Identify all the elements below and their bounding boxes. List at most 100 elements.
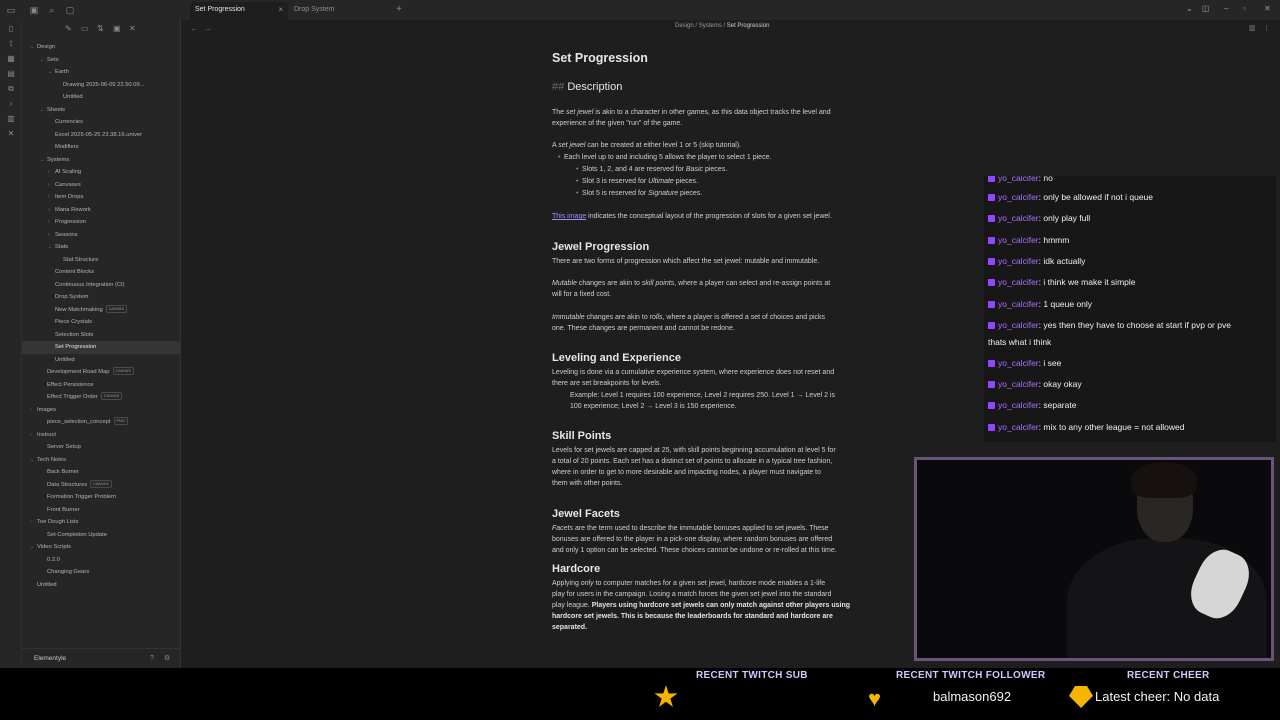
database-icon[interactable]: ▥	[6, 114, 16, 124]
help-icon[interactable]: ?	[150, 649, 154, 669]
file-type-badge: CANVAS	[100, 392, 123, 401]
tree-item[interactable]: Drop System	[22, 291, 181, 304]
collapse-icon[interactable]: ▣	[113, 24, 121, 33]
tree-item[interactable]: › AI Scaling	[22, 166, 181, 179]
minimize-icon[interactable]: –	[1224, 4, 1228, 13]
sidebar-toggle-icon[interactable]: ▭	[5, 4, 17, 16]
tree-item[interactable]: Content Blocks	[22, 266, 181, 279]
breadcrumb-item[interactable]: Design	[675, 23, 694, 29]
tree-item[interactable]: Untitled	[22, 354, 181, 367]
grid-icon[interactable]: ▦	[6, 54, 16, 64]
chevron-right-icon[interactable]: ›	[30, 404, 37, 417]
tree-item[interactable]: ⌄ Design	[22, 41, 181, 54]
copy-icon[interactable]: ⧉	[6, 84, 16, 94]
chevron-down-icon[interactable]: ⌄	[1186, 4, 1193, 13]
tree-item[interactable]: Drawing 2025-06-09 22.50.09...	[22, 79, 181, 92]
search-icon[interactable]: ⌕	[46, 4, 58, 16]
tree-item[interactable]: Set Progression	[22, 341, 181, 354]
reading-view-icon[interactable]: ▥	[1249, 24, 1256, 32]
tree-item-label: New Matchmaking	[55, 306, 103, 313]
tree-item[interactable]: piece_selection_concept PNG	[22, 416, 181, 429]
file-icon[interactable]: ▯	[6, 24, 16, 34]
chevron-right-icon[interactable]: ›	[48, 229, 55, 242]
new-folder-icon[interactable]: ▭	[81, 24, 89, 33]
tree-item[interactable]: Effect Persistence	[22, 379, 181, 392]
tree-item[interactable]: ⌄ Stats	[22, 241, 181, 254]
tree-item[interactable]: Selection Slots	[22, 329, 181, 342]
tree-item[interactable]: Changing Gears	[22, 566, 181, 579]
close-window-icon[interactable]: ✕	[1264, 4, 1271, 13]
chevron-down-icon[interactable]: ⌄	[30, 454, 37, 467]
tree-item[interactable]: New Matchmaking CANVAS	[22, 304, 181, 317]
tree-item[interactable]: Development Road Map CANVAS	[22, 366, 181, 379]
calendar-icon[interactable]: ▤	[6, 69, 16, 79]
chevron-right-icon[interactable]: ›	[30, 516, 37, 529]
bookmark-icon[interactable]: ▢	[64, 4, 76, 16]
tab-drop-system[interactable]: Drop System	[289, 2, 387, 20]
tree-item[interactable]: Piece Crystals	[22, 316, 181, 329]
tree-item[interactable]: Server Setup	[22, 441, 181, 454]
tree-item[interactable]: Untitled	[22, 579, 181, 592]
tree-item[interactable]: Modifiers	[22, 141, 181, 154]
tree-item[interactable]: Back Burner	[22, 466, 181, 479]
chevron-down-icon[interactable]: ⌄	[48, 241, 55, 254]
tree-item[interactable]: ⌄ Tech Notes	[22, 454, 181, 467]
chevron-right-icon[interactable]: ›	[30, 429, 37, 442]
more-options-icon[interactable]: ⋮	[1263, 24, 1270, 32]
settings-icon[interactable]: ⚙	[164, 649, 170, 669]
tree-item[interactable]: 0.2.0	[22, 554, 181, 567]
tree-item[interactable]: › Canvases	[22, 179, 181, 192]
tree-item[interactable]: Excel 2025-05-25 23.38.16.univer	[22, 129, 181, 142]
back-arrow-icon[interactable]: ←	[190, 24, 198, 33]
image-link[interactable]: This image	[552, 213, 586, 220]
chevron-right-icon[interactable]: ›	[48, 191, 55, 204]
forward-arrow-icon[interactable]: →	[204, 24, 212, 33]
tree-item[interactable]: Data Structures CANVAS	[22, 479, 181, 492]
tree-item[interactable]: › Item Drops	[22, 191, 181, 204]
chevron-down-icon[interactable]: ⌄	[30, 541, 37, 554]
graph-icon[interactable]: ⟟	[6, 39, 16, 49]
chevron-down-icon[interactable]: ⌄	[40, 54, 47, 67]
tree-item-label: Design	[37, 44, 56, 50]
tree-item[interactable]: ⌄ Sets	[22, 54, 181, 67]
tab-set-progression[interactable]: Set Progression ×	[190, 2, 288, 20]
sort-icon[interactable]: ⇅	[97, 24, 104, 33]
maximize-icon[interactable]: ▫	[1243, 4, 1246, 13]
close-icon[interactable]: ✕	[129, 24, 136, 33]
tree-item[interactable]: › Instruct	[22, 429, 181, 442]
tree-item[interactable]: Currencies	[22, 116, 181, 129]
tree-item[interactable]: Untitled	[22, 91, 181, 104]
tree-item[interactable]: Front Burner	[22, 504, 181, 517]
chevron-down-icon[interactable]: ⌄	[48, 66, 55, 79]
new-note-icon[interactable]: ✎	[65, 24, 72, 33]
tree-item[interactable]: Set Completion Update	[22, 529, 181, 542]
tree-item[interactable]: ⌄ Earth	[22, 66, 181, 79]
folder-icon[interactable]: ▣	[28, 4, 40, 16]
tree-item[interactable]: ⌄ Sheets	[22, 104, 181, 117]
tree-item[interactable]: ⌄ Systems	[22, 154, 181, 167]
tree-item[interactable]: ⌄ Video Scripts	[22, 541, 181, 554]
chevron-down-icon[interactable]: ⌄	[40, 104, 47, 117]
chevron-down-icon[interactable]: ⌄	[40, 154, 47, 167]
tree-item[interactable]: Formation Trigger Problem	[22, 491, 181, 504]
new-tab-icon[interactable]: +	[393, 4, 405, 16]
close-icon[interactable]: ×	[278, 2, 283, 18]
tree-item[interactable]: Effect Trigger Order CANVAS	[22, 391, 181, 404]
chevron-right-icon[interactable]: ›	[48, 204, 55, 217]
chevron-right-icon[interactable]: ›	[48, 216, 55, 229]
tree-item[interactable]: Stat Structure	[22, 254, 181, 267]
tree-item[interactable]: › Seasons	[22, 229, 181, 242]
tree-item[interactable]: › Toe Dough Lists	[22, 516, 181, 529]
chevron-down-icon[interactable]: ⌄	[30, 41, 37, 54]
split-icon[interactable]: ◫	[1202, 4, 1210, 13]
tools-icon[interactable]: ✕	[6, 129, 16, 139]
chevron-right-icon[interactable]: ›	[48, 166, 55, 179]
chevron-right-icon[interactable]: ›	[48, 179, 55, 192]
vault-switcher[interactable]: Elementyle ? ⚙	[22, 648, 181, 668]
breadcrumb-item[interactable]: Systems	[699, 23, 722, 29]
tree-item[interactable]: › Mana Rework	[22, 204, 181, 217]
tree-item[interactable]: Continuous Integration (CI)	[22, 279, 181, 292]
tree-item[interactable]: › Images	[22, 404, 181, 417]
terminal-icon[interactable]: ›	[6, 99, 16, 109]
tree-item[interactable]: › Progression	[22, 216, 181, 229]
